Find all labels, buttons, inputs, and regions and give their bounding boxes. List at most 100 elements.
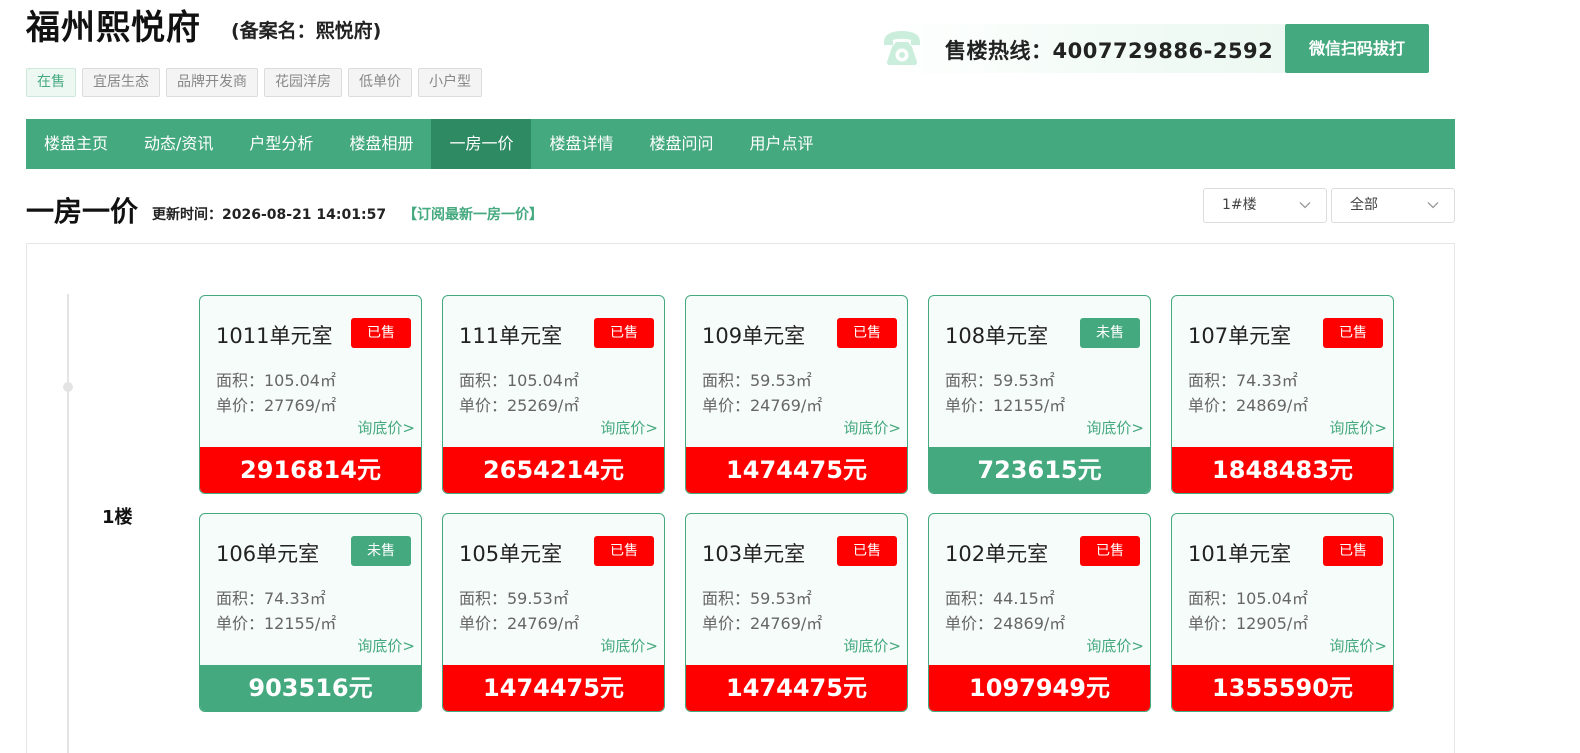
timeline-dot [63,382,73,392]
unit-total-price: 903516元 [200,665,421,711]
unit-status-badge: 已售 [837,536,897,566]
price-list-header: 一房一价 更新时间：2026-08-21 14:01:57 【订阅最新一房一价】… [26,188,1455,228]
unit-total-price: 1097949元 [929,665,1150,711]
inquire-price-link[interactable]: 询底价> [357,635,415,656]
unit-price: 单价：24869/㎡ [945,614,1066,633]
unit-total-price: 1474475元 [686,665,907,711]
unit-name: 105单元室 [459,542,563,566]
section-title: 一房一价 [26,195,139,228]
nav-item-reviews[interactable]: 用户点评 [732,119,832,169]
tag-small-unit: 小户型 [418,68,482,97]
unit-name: 111单元室 [459,324,563,348]
unit-grid: 1011单元室 已售 面积：105.04㎡ 单价：27769/㎡ 询底价> 2916814… [199,295,1399,715]
tag-brand-developer: 品牌开发商 [166,68,258,97]
sales-hotline: 售楼热线：4007729886-2592 [881,24,1311,73]
unit-total-price: 1474475元 [443,665,664,711]
unit-card[interactable]: 101单元室 已售面积：105.04㎡ 单价：12905/㎡询底价> 1355590元 [1171,513,1394,712]
tag-low-price: 低单价 [348,68,412,97]
record-name: (备案名：熙悦府) [231,20,382,42]
floor-label: 1楼 [102,507,133,528]
subscribe-link[interactable]: 【订阅最新一房一价】 [403,204,543,224]
nav-item-price-list[interactable]: 一房一价 [431,119,532,169]
hotline-number: 售楼热线：4007729886-2592 [945,39,1274,63]
unit-name: 107单元室 [1188,324,1292,348]
unit-total-price: 1474475元 [686,447,907,493]
unit-price: 单价：12905/㎡ [1188,614,1309,633]
nav-item-floorplans[interactable]: 户型分析 [231,119,331,169]
unit-status-badge: 已售 [837,318,897,348]
unit-total-price: 2916814元 [200,447,421,493]
unit-total-price: 1848483元 [1172,447,1393,493]
tag-eco: 宜居生态 [82,68,160,97]
main-nav: 楼盘主页 动态/资讯 户型分析 楼盘相册 一房一价 楼盘详情 楼盘问问 用户点评 [26,119,1455,169]
chevron-down-icon [1299,202,1311,209]
unit-area: 面积：59.53㎡ [945,371,1055,390]
nav-item-news[interactable]: 动态/资讯 [126,119,231,169]
tag-garden-house: 花园洋房 [264,68,342,97]
unit-status-badge: 已售 [1080,536,1140,566]
unit-price: 单价：25269/㎡ [459,396,580,415]
unit-card[interactable]: 103单元室 已售面积：59.53㎡ 单价：24769/㎡询底价> 1474475元 [685,513,908,712]
unit-name: 101单元室 [1188,542,1292,566]
unit-area: 面积：105.04㎡ [459,371,579,390]
unit-status-badge: 已售 [1323,318,1383,348]
unit-card[interactable]: 107单元室 已售 面积：74.33㎡ 单价：24869/㎡ 询底价> 1848483元 [1171,295,1394,494]
inquire-price-link[interactable]: 询底价> [843,635,901,656]
unit-card[interactable]: 111单元室 已售面积：105.04㎡ 单价：25269/㎡询底价> 2654214元 [442,295,665,494]
unit-area: 面积：74.33㎡ [216,589,326,608]
unit-price: 单价：12155/㎡ [216,614,337,633]
inquire-price-link[interactable]: 询底价> [600,635,658,656]
unit-card[interactable]: 108单元室 未售 面积：59.53㎡ 单价：12155/㎡ 询底价> 723615元 [928,295,1151,494]
unit-area: 面积：44.15㎡ [945,589,1055,608]
unit-area: 面积：59.53㎡ [459,589,569,608]
unit-name: 102单元室 [945,542,1049,566]
unit-area: 面积：59.53㎡ [702,371,812,390]
inquire-price-link[interactable]: 询底价> [1086,417,1144,438]
nav-item-home[interactable]: 楼盘主页 [26,119,126,169]
building-select-value: 1#楼 [1222,197,1257,213]
unit-total-price: 723615元 [929,447,1150,493]
unit-card[interactable]: 106单元室 未售 面积：74.33㎡ 单价：12155/㎡ 询底价> 903516元 [199,513,422,712]
nav-item-album[interactable]: 楼盘相册 [331,119,431,169]
unit-status-badge: 已售 [594,318,654,348]
unit-status-badge: 已售 [1323,536,1383,566]
unit-price: 单价：24769/㎡ [702,614,823,633]
chevron-down-icon [1427,202,1439,209]
tag-list: 在售 宜居生态 品牌开发商 花园洋房 低单价 小户型 [26,68,482,97]
inquire-price-link[interactable]: 询底价> [600,417,658,438]
unit-area: 面积：59.53㎡ [702,589,812,608]
unit-total-price: 2654214元 [443,447,664,493]
inquire-price-link[interactable]: 询底价> [1329,417,1387,438]
unit-price: 单价：24769/㎡ [702,396,823,415]
nav-item-qa[interactable]: 楼盘问问 [631,119,731,169]
unit-price: 单价：27769/㎡ [216,396,337,415]
status-select[interactable]: 全部 [1331,188,1455,223]
unit-price: 单价：24869/㎡ [1188,396,1309,415]
price-list-panel: 1楼 1011单元室 已售 面积：105.04㎡ 单价：27769/㎡ 询底价> 2916… [26,243,1455,753]
inquire-price-link[interactable]: 询底价> [1086,635,1144,656]
unit-status-badge: 已售 [594,536,654,566]
floor-timeline [67,294,69,753]
inquire-price-link[interactable]: 询底价> [1329,635,1387,656]
unit-name: 103单元室 [702,542,806,566]
unit-card[interactable]: 1011单元室 已售面积：105.04㎡ 单价：27769/㎡询底价> 2916814… [199,295,422,494]
unit-name: 1011单元室 [216,324,333,348]
inquire-price-link[interactable]: 询底价> [843,417,901,438]
building-select[interactable]: 1#楼 [1203,188,1327,223]
unit-status-badge: 未售 [351,536,411,566]
inquire-price-link[interactable]: 询底价> [357,417,415,438]
project-title: 福州熙悦府 [26,8,201,48]
wechat-scan-call-button[interactable]: 微信扫码拔打 [1285,24,1429,73]
unit-area: 面积：105.04㎡ [1188,589,1308,608]
unit-card[interactable]: 109单元室 已售面积：59.53㎡ 单价：24769/㎡询底价> 1474475元 [685,295,908,494]
unit-status-badge: 已售 [351,318,411,348]
nav-item-details[interactable]: 楼盘详情 [531,119,631,169]
unit-card[interactable]: 105单元室 已售面积：59.53㎡ 单价：24769/㎡询底价> 1474475元 [442,513,665,712]
unit-price: 单价：24769/㎡ [459,614,580,633]
unit-card[interactable]: 102单元室 已售面积：44.15㎡ 单价：24869/㎡询底价> 1097949元 [928,513,1151,712]
unit-name: 109单元室 [702,324,806,348]
project-header: 福州熙悦府 (备案名：熙悦府) 在售 宜居生态 品牌开发商 花园洋房 低单价 小… [26,0,1456,110]
unit-name: 108单元室 [945,324,1049,348]
unit-area: 面积：105.04㎡ [216,371,336,390]
unit-total-price: 1355590元 [1172,665,1393,711]
